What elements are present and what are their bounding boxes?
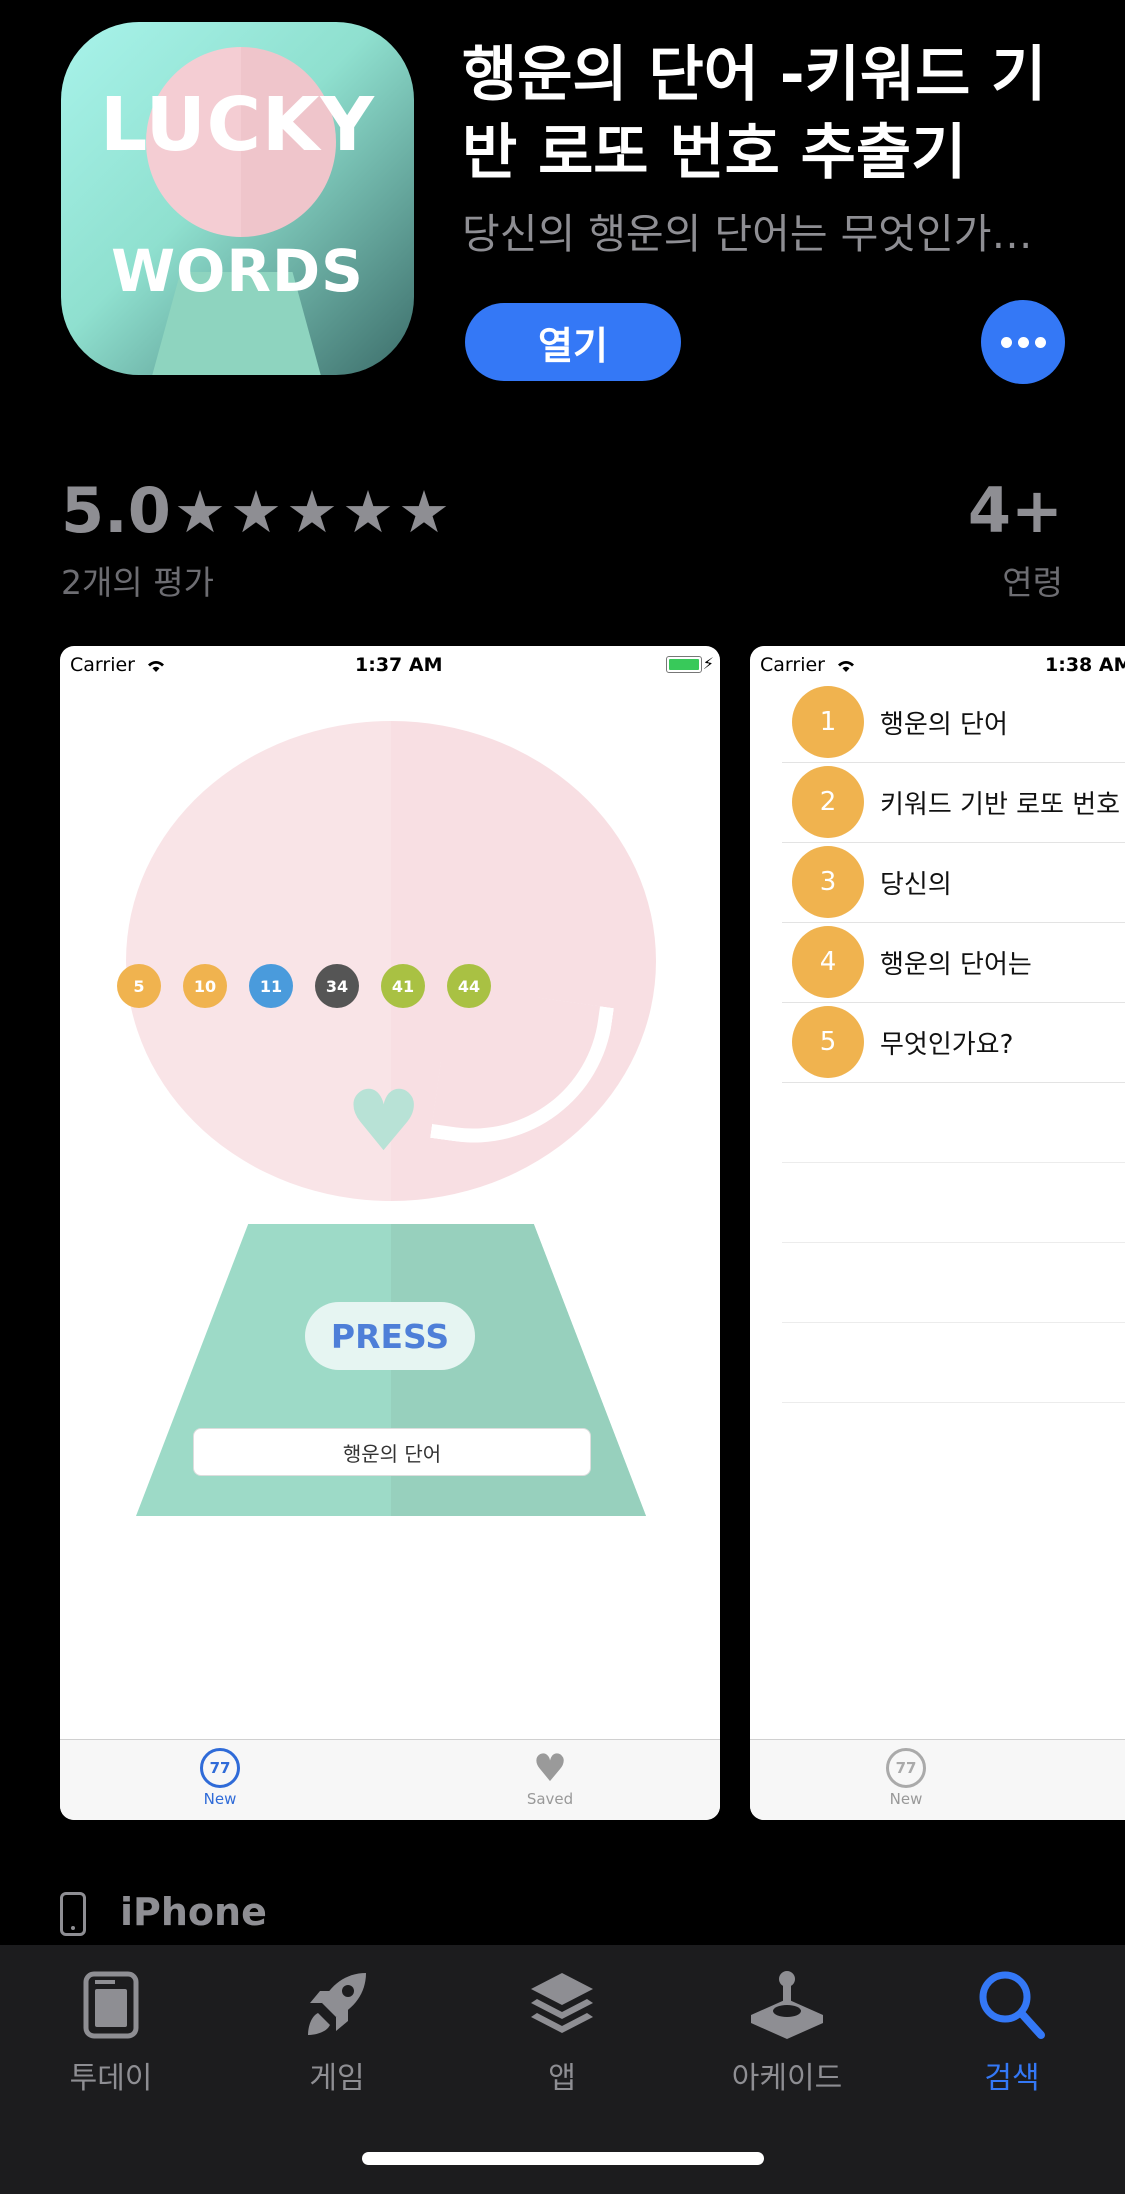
tab-games[interactable]: 게임 <box>257 1965 417 2097</box>
list-item-number: 2 <box>792 766 864 838</box>
age-rating: 4+ <box>967 474 1063 547</box>
press-button[interactable]: PRESS <box>305 1302 475 1370</box>
tab-today[interactable]: 투데이 <box>31 1965 191 2097</box>
age-label: 연령 <box>1002 563 1063 602</box>
search-icon <box>932 1965 1092 2045</box>
status-bar: Carrier 1:38 AM <box>750 646 1125 682</box>
app-icon-text-words: WORDS <box>111 237 364 305</box>
list-item-text: 행운의 단어 <box>880 710 1008 740</box>
tab-saved-label: Saved <box>526 1790 574 1808</box>
status-time: 1:37 AM <box>355 654 443 676</box>
list-item-text: 당신의 <box>880 870 952 900</box>
joystick-icon <box>707 1965 867 2045</box>
lotto-ball: 34 <box>315 964 359 1008</box>
list-item[interactable]: 5 무엇인가요? <box>782 1002 1125 1083</box>
rocket-icon <box>257 1965 417 2045</box>
empty-row <box>782 1242 1125 1323</box>
app-icon: LUCKY WORDS <box>61 22 414 375</box>
tab-arcade[interactable]: 아케이드 <box>707 1965 867 2097</box>
ellipsis-dot <box>1034 336 1046 348</box>
carrier-text: Carrier <box>70 654 135 676</box>
today-icon <box>31 1965 191 2045</box>
app-icon-text-lucky: LUCKY <box>100 82 375 168</box>
more-button[interactable] <box>981 300 1065 384</box>
app-subtitle: 당신의 행운의 단어는 무엇인가… <box>462 210 1033 258</box>
carrier-label: Carrier <box>760 654 855 676</box>
carrier-label: Carrier <box>70 654 165 676</box>
list-item-number: 3 <box>792 846 864 918</box>
open-button[interactable]: 열기 <box>465 303 681 381</box>
lotto-77-icon: 77 <box>886 1748 926 1788</box>
tab-arcade-label: 아케이드 <box>731 2061 843 2096</box>
heart-icon: ♥ <box>346 1072 422 1170</box>
layers-icon <box>482 1965 642 2045</box>
tab-games-label: 게임 <box>309 2061 365 2096</box>
list-item-number: 5 <box>792 1006 864 1078</box>
rating-stars-icon: ★★★★★ <box>174 478 454 546</box>
rating-value: 5.0 <box>61 474 171 547</box>
charging-icon: ⚡ <box>702 654 714 673</box>
list-item-text: 무엇인가요? <box>880 1030 1014 1060</box>
empty-row <box>782 1162 1125 1243</box>
lotto-ball: 41 <box>381 964 425 1008</box>
app-title: 행운의 단어 -키워드 기반 로또 번호 추출기 <box>462 40 1047 188</box>
tab-new[interactable]: 77 New <box>180 1748 260 1808</box>
list-item[interactable]: 3 당신의 <box>782 842 1125 923</box>
ellipsis-dot <box>1017 336 1029 348</box>
tab-saved[interactable]: ♥ Saved <box>510 1748 590 1808</box>
ellipsis-icon <box>1000 336 1012 348</box>
empty-row <box>782 1082 1125 1163</box>
screenshot-tab-bar: 77 New ♥ Saved <box>60 1739 720 1820</box>
list-item-number: 1 <box>792 686 864 758</box>
wifi-icon <box>148 660 165 672</box>
wifi-icon <box>838 660 855 672</box>
status-time: 1:38 AM <box>1045 654 1125 676</box>
screenshot-1[interactable]: Carrier 1:37 AM ⚡ 5 10 11 34 41 44 ♥ PRESS 행운… <box>60 646 720 1820</box>
device-label: iPhone <box>120 1890 267 1934</box>
carrier-text: Carrier <box>760 654 825 676</box>
tab-apps-label: 앱 <box>548 2061 576 2096</box>
screenshot-tab-bar: 77 New <box>750 1739 1125 1820</box>
tab-search[interactable]: 검색 <box>932 1965 1092 2097</box>
lotto-ball: 11 <box>249 964 293 1008</box>
lotto-ball: 44 <box>447 964 491 1008</box>
list-item[interactable]: 1 행운의 단어 <box>782 682 1125 763</box>
lotto-ball: 10 <box>183 964 227 1008</box>
screenshot-2[interactable]: Carrier 1:38 AM 1 행운의 단어 2 키워드 기반 로또 번호 추 3당… <box>750 646 1125 1820</box>
list-item-number: 4 <box>792 926 864 998</box>
battery-icon <box>666 656 702 673</box>
status-bar: Carrier 1:37 AM ⚡ <box>60 646 720 682</box>
heart-icon: ♥ <box>532 1746 568 1790</box>
empty-row <box>782 1322 1125 1403</box>
list-item-text: 키워드 기반 로또 번호 추 <box>880 790 1125 820</box>
iphone-icon <box>60 1892 86 1936</box>
lucky-word-field[interactable]: 행운의 단어 <box>193 1428 591 1476</box>
lotto-77-icon: 77 <box>200 1748 240 1788</box>
home-indicator <box>362 2152 764 2165</box>
rating-count: 2개의 평가 <box>61 563 214 602</box>
tab-today-label: 투데이 <box>69 2061 153 2096</box>
list-item[interactable]: 2 키워드 기반 로또 번호 추 <box>782 762 1125 843</box>
tab-new-label: New <box>203 1790 237 1808</box>
tab-apps[interactable]: 앱 <box>482 1965 642 2097</box>
tab-search-label: 검색 <box>984 2061 1040 2096</box>
tab-new[interactable]: 77 New <box>866 1748 946 1808</box>
list-item-text: 행운의 단어는 <box>880 950 1032 980</box>
list-item[interactable]: 4 행운의 단어는 <box>782 922 1125 1003</box>
lotto-ball: 5 <box>117 964 161 1008</box>
tab-new-label: New <box>889 1790 923 1808</box>
